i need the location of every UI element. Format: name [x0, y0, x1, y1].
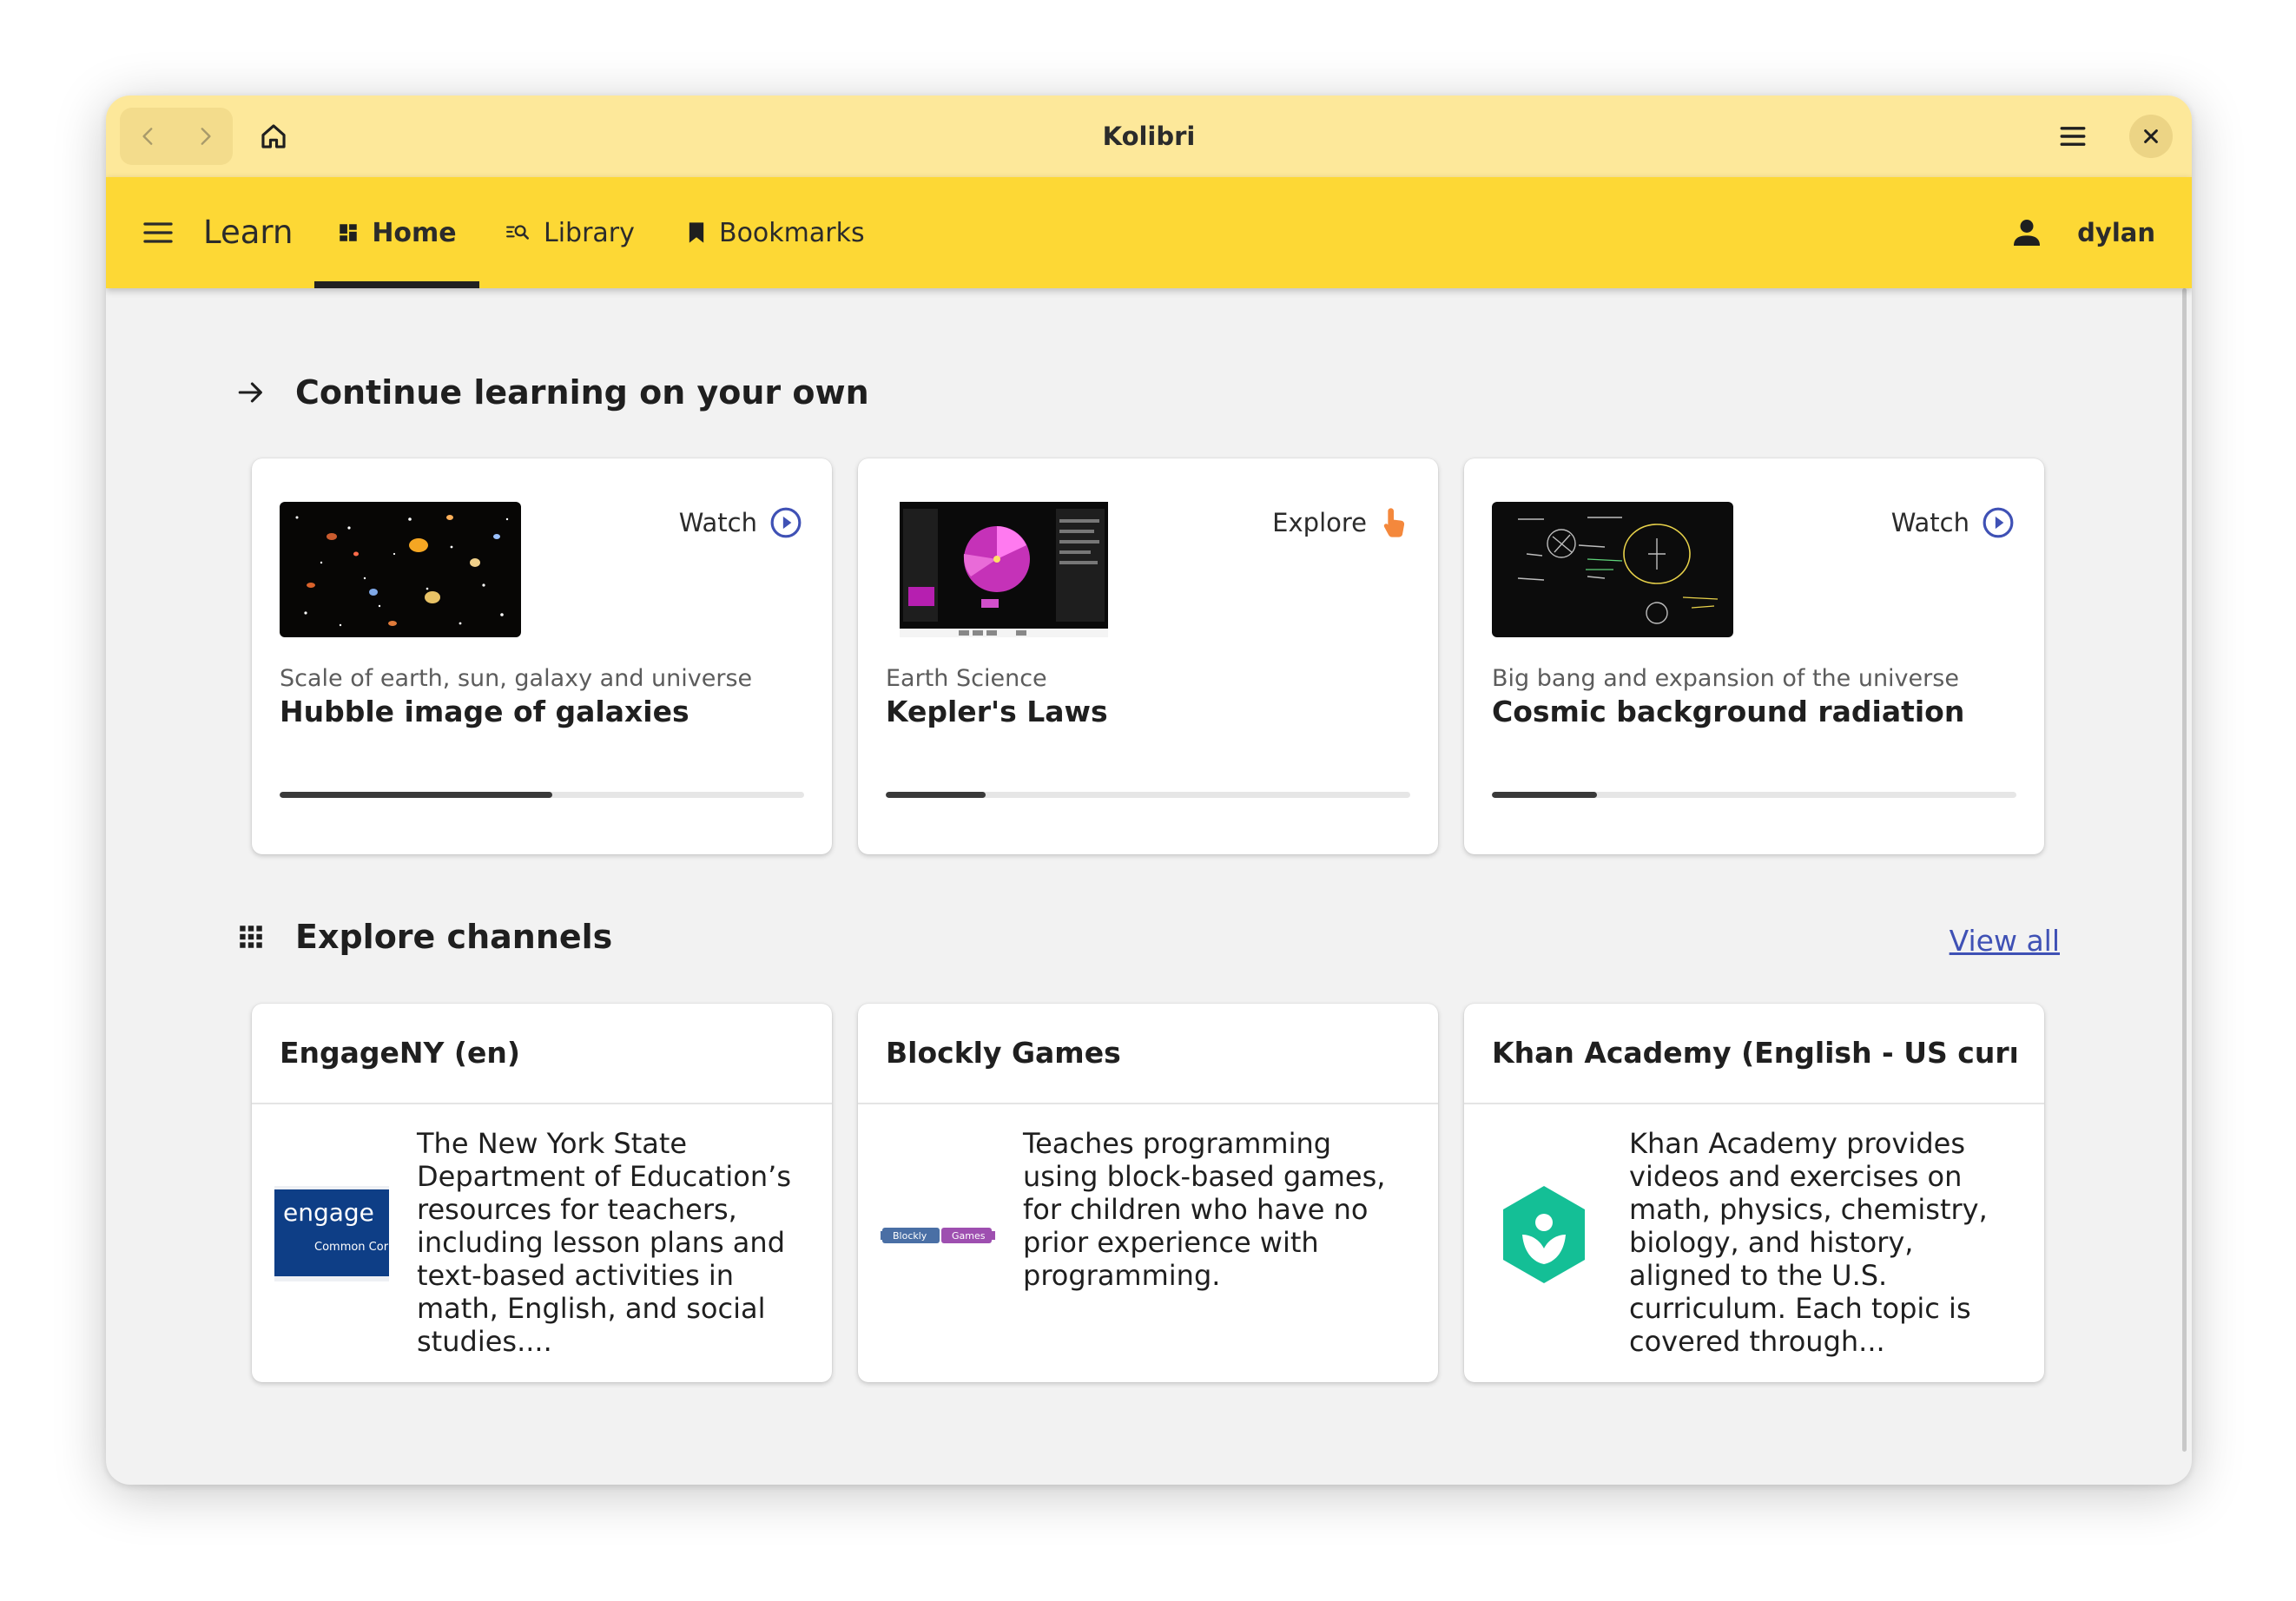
apps-grid-icon	[240, 926, 262, 948]
card-title: Cosmic background radiation	[1492, 695, 1965, 728]
channel-card[interactable]: EngageNY (en) engage Common Cor The New …	[252, 1004, 832, 1382]
card-title: Kepler's Laws	[886, 695, 1108, 728]
card-subtitle: Scale of earth, sun, galaxy and universe	[280, 665, 753, 692]
kolibri-window: Kolibri Learn Home Library Bookmarks dyl…	[106, 96, 2192, 1485]
dashboard-icon	[340, 224, 358, 241]
resume-card[interactable]: Watch Big bang and expansion of the univ…	[1464, 458, 2044, 854]
explore-channels-heading: Explore channels	[236, 918, 612, 956]
channel-card[interactable]: Blockly Games Blockly Games Teaches prog…	[858, 1004, 1438, 1382]
resource-kind: Explore	[1272, 502, 1409, 544]
close-icon	[2144, 129, 2158, 143]
progress-fill	[280, 792, 553, 798]
app-section-title: Learn	[203, 214, 294, 251]
channel-card[interactable]: Khan Academy (English - US curric... Kha…	[1464, 1004, 2044, 1382]
tab-label: Home	[372, 217, 457, 248]
arrow-right-icon	[238, 382, 262, 403]
menu-icon	[143, 222, 173, 243]
channel-title: Blockly Games	[886, 1036, 1121, 1070]
resume-card[interactable]: Explore Earth Science Kepler's Laws	[858, 458, 1438, 854]
view-all-link[interactable]: View all	[1950, 924, 2060, 958]
resume-card[interactable]: Watch Scale of earth, sun, galaxy and un…	[252, 458, 832, 854]
logo-subtext: Games	[952, 1230, 986, 1242]
progress-bar	[886, 792, 1410, 798]
progress-fill	[1492, 792, 1597, 798]
username: dylan	[2077, 218, 2155, 247]
logo-text: Blockly	[893, 1230, 927, 1242]
library-search-icon	[506, 225, 529, 240]
play-circle-icon	[1983, 507, 2014, 538]
channel-logo-khan-academy	[1487, 1177, 1601, 1292]
progress-bar	[1492, 792, 2016, 798]
thumbnail-keplers-laws	[886, 502, 1127, 637]
card-subtitle: Big bang and expansion of the universe	[1492, 665, 1959, 692]
section-title: Explore channels	[295, 918, 613, 956]
thumbnail-cosmic-background	[1492, 502, 1733, 637]
main-menu-button[interactable]	[2044, 108, 2101, 165]
tab-label: Bookmarks	[719, 217, 865, 248]
resource-kind: Watch	[679, 502, 802, 544]
channel-logo-blockly: Blockly Games	[881, 1177, 995, 1292]
menu-icon	[2060, 127, 2086, 146]
continue-learning-heading: Continue learning on your own	[236, 373, 869, 412]
tab-label: Library	[544, 217, 635, 248]
channel-title: EngageNY (en)	[280, 1036, 520, 1070]
logo-subtext: Common Cor	[314, 1241, 389, 1254]
card-title: Hubble image of galaxies	[280, 695, 689, 728]
title-bar: Kolibri	[106, 96, 2192, 177]
kind-label: Watch	[678, 508, 757, 537]
window-title: Kolibri	[1102, 122, 1196, 151]
divider	[1464, 1103, 2044, 1104]
khan-academy-logo-icon	[1503, 1186, 1585, 1283]
resource-kind: Watch	[1891, 502, 2015, 544]
channel-description: Teaches programming using block-based ga…	[1023, 1127, 1386, 1292]
tab-bookmarks[interactable]: Bookmarks	[686, 177, 865, 288]
tab-home[interactable]: Home	[314, 177, 479, 288]
close-button[interactable]	[2129, 115, 2173, 158]
app-bar: Learn Home Library Bookmarks dylan	[106, 177, 2192, 288]
thumbnail-galaxies	[280, 502, 521, 637]
bookmark-icon	[689, 222, 704, 243]
progress-bar	[280, 792, 804, 798]
divider	[858, 1103, 1438, 1104]
person-icon	[2014, 220, 2041, 246]
card-subtitle: Earth Science	[886, 665, 1047, 692]
section-title: Continue learning on your own	[295, 373, 869, 412]
pointer-hand-icon	[1383, 508, 1405, 537]
side-nav-button[interactable]	[132, 207, 184, 259]
logo-text: engage	[283, 1198, 374, 1227]
channel-description: Khan Academy provides videos and exercis…	[1629, 1127, 1988, 1358]
kind-label: Watch	[1890, 508, 1969, 537]
kind-label: Explore	[1272, 508, 1367, 537]
vertical-scrollbar[interactable]	[2182, 288, 2187, 1452]
channel-title: Khan Academy (English - US curric...	[1492, 1036, 2016, 1070]
channel-logo-engageny: engage Common Cor	[274, 1177, 389, 1292]
user-menu[interactable]: dylan	[2009, 177, 2155, 288]
tab-library[interactable]: Library	[505, 177, 635, 288]
play-circle-icon	[770, 507, 802, 538]
progress-fill	[886, 792, 986, 798]
channel-description: The New York State Department of Educati…	[417, 1127, 791, 1358]
divider	[252, 1103, 832, 1104]
